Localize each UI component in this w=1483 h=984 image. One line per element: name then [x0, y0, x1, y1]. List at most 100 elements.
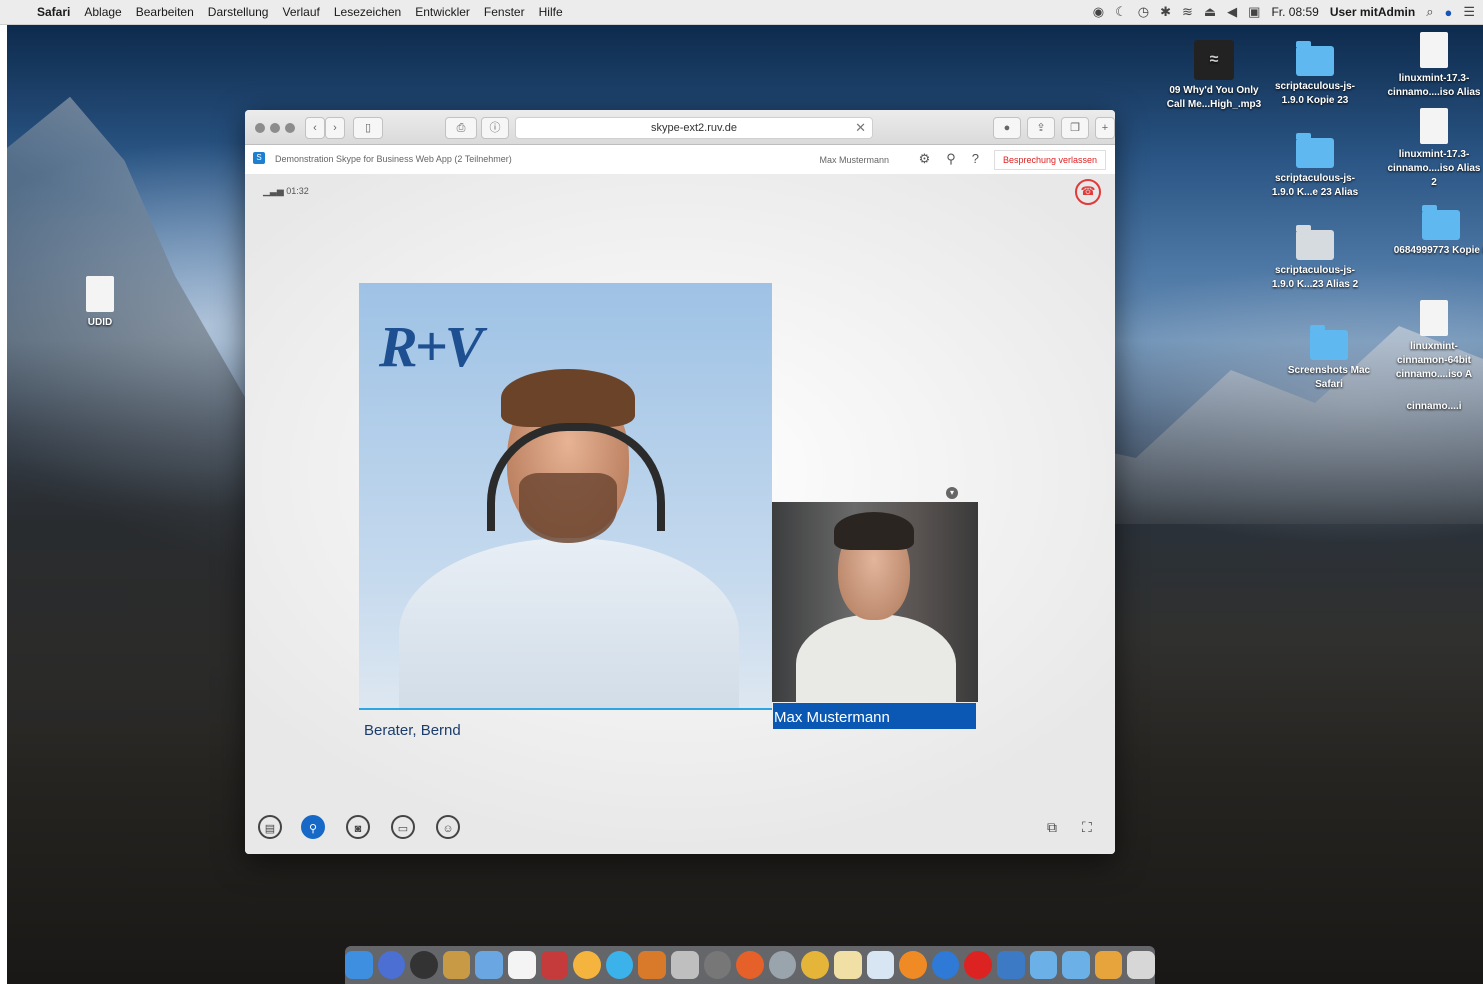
desktop-file-linuxmint-1[interactable]: linuxmint-17.3-cinnamo....iso Alias [1385, 32, 1483, 100]
launchpad-icon[interactable] [410, 951, 438, 979]
audio-file-icon: ≈ [1194, 40, 1234, 80]
desktop-file-linuxmint-2[interactable]: linuxmint-17.3-cinnamo....iso Alias 2 [1385, 108, 1483, 190]
video-person-body [399, 538, 739, 708]
firefox-icon[interactable] [736, 951, 764, 979]
forward-button[interactable]: › [325, 117, 345, 139]
imovie-icon[interactable] [671, 951, 699, 979]
menu-bearbeiten[interactable]: Bearbeiten [136, 5, 194, 19]
menu-clock[interactable]: Fr. 08:59 [1271, 5, 1318, 19]
meeting-user-name[interactable]: Max Mustermann [819, 155, 889, 165]
zoom-window-button[interactable] [285, 123, 295, 133]
minimize-window-button[interactable] [270, 123, 280, 133]
browser-toolbar: ‹ › ▯ ⎙ ⓘ skype-ext2.ruv.de ✕ ● ⇪ ❐ + [245, 110, 1115, 145]
calendar-icon[interactable] [508, 951, 536, 979]
menu-hilfe[interactable]: Hilfe [539, 5, 563, 19]
leave-meeting-button[interactable]: Besprechung verlassen [993, 150, 1106, 170]
chrome-icon[interactable] [801, 951, 829, 979]
notification-center-icon[interactable]: ☰ [1463, 4, 1475, 20]
contacts-icon[interactable] [442, 951, 471, 979]
system-preferences-icon[interactable] [703, 951, 732, 979]
menu-user[interactable]: User mitAdmin [1330, 5, 1415, 19]
wifi-icon[interactable]: ≋ [1182, 4, 1193, 20]
help-icon[interactable]: ? [972, 151, 979, 167]
bluetooth-icon[interactable]: ✱ [1160, 4, 1171, 20]
volume-icon[interactable]: ◀ [1227, 4, 1237, 20]
full-screen-icon[interactable]: ⛶ [1082, 819, 1092, 836]
self-video-hair [834, 512, 914, 550]
eject-icon[interactable]: ⏏ [1204, 4, 1216, 20]
desktop-label: scriptaculous-js-1.9.0 Kopie 23 [1274, 81, 1356, 106]
desktop-folder-4[interactable]: 0684999773 Kopie 8 [1392, 205, 1483, 258]
self-participant-name: Max Mustermann [773, 703, 976, 729]
spotlight-icon[interactable]: ⌕ [1426, 4, 1433, 20]
desktop-folder-5[interactable]: Screenshots Mac Safari [1280, 325, 1378, 392]
messages-icon[interactable] [605, 951, 634, 979]
siri-menu-icon[interactable]: ● [1444, 5, 1452, 20]
chat-button[interactable]: ▤ [258, 815, 282, 839]
folder-icon [1296, 225, 1334, 260]
signal-strength-icon: ▁▃▅ [263, 186, 284, 196]
info-icon[interactable]: ⓘ [481, 117, 509, 139]
stop-loading-icon[interactable]: ✕ [855, 118, 866, 138]
participants-button[interactable]: ☺ [436, 815, 460, 839]
back-button[interactable]: ‹ [305, 117, 325, 139]
video-camera-button[interactable]: ◙ [346, 815, 370, 839]
pin-video-icon[interactable]: ▾ [946, 487, 958, 499]
xcode-icon[interactable] [996, 951, 1025, 979]
desktop-folder-1[interactable]: scriptaculous-js-1.9.0 Kopie 23 [1266, 41, 1364, 108]
settings-gear-icon[interactable]: ⚙ [919, 151, 931, 167]
menu-entwickler[interactable]: Entwickler [415, 5, 470, 19]
preview-icon[interactable] [475, 951, 504, 979]
moon-icon[interactable]: ☾ [1115, 4, 1127, 20]
downloads-icon[interactable]: ● [993, 117, 1021, 139]
menu-darstellung[interactable]: Darstellung [208, 5, 269, 19]
close-window-button[interactable] [255, 123, 265, 133]
finder-icon[interactable] [345, 951, 373, 979]
desktop-label: cinnamo....i [1406, 401, 1462, 412]
hang-up-icon[interactable]: ☎ [1075, 179, 1101, 205]
display-icon[interactable]: ▣ [1248, 4, 1260, 20]
time-machine-icon[interactable]: ◷ [1138, 4, 1149, 20]
desktop-file-linuxmint-3[interactable]: linuxmint-cinnamon-64bit cinnamo....iso … [1385, 300, 1483, 382]
desktop-folder-3[interactable]: scriptaculous-js-1.9.0 K...23 Alias 2 [1266, 225, 1364, 292]
desktop-label: linuxmint-17.3-cinnamo....iso Alias 2 [1387, 149, 1481, 188]
tabs-overview-icon[interactable]: ❐ [1061, 117, 1089, 139]
desktop-label: scriptaculous-js-1.9.0 K...e 23 Alias [1271, 173, 1359, 198]
share-icon[interactable]: ⇪ [1027, 117, 1055, 139]
applications-folder-icon[interactable] [1029, 951, 1058, 979]
desktop-file-udid[interactable]: UDID [51, 276, 149, 330]
desktop-file-linuxmint-4[interactable]: cinnamo....i [1385, 400, 1483, 414]
documents-folder-icon[interactable] [1062, 951, 1090, 979]
photo-booth-icon[interactable] [540, 951, 569, 979]
present-screen-button[interactable]: ▭ [391, 815, 415, 839]
desktop-folder-2[interactable]: scriptaculous-js-1.9.0 K...e 23 Alias [1266, 133, 1364, 200]
menu-ablage[interactable]: Ablage [84, 5, 121, 19]
desktop-file-audio[interactable]: ≈ 09 Why'd You Only Call Me...High_.mp3 [1165, 40, 1263, 112]
print-icon[interactable]: ⎙ [445, 117, 477, 139]
maps-icon[interactable] [866, 951, 895, 979]
opera-icon[interactable] [964, 951, 992, 979]
microphone-status-icon[interactable]: ⚲ [946, 151, 956, 167]
menu-fenster[interactable]: Fenster [484, 5, 525, 19]
menu-app-name[interactable]: Safari [37, 5, 70, 19]
tor-browser-icon[interactable] [768, 951, 797, 979]
ibooks-icon[interactable] [899, 951, 927, 979]
video-stage: ▁▃▅ 01:32 ☎ R+V Berater, Bernd ▾ Max Mus… [245, 174, 1115, 854]
file-icon [1420, 300, 1448, 336]
siri-icon[interactable] [377, 951, 406, 979]
notes-icon[interactable] [833, 951, 862, 979]
downloads-stack-icon[interactable] [1094, 951, 1123, 979]
layout-options-icon[interactable]: ⧉ [1047, 819, 1057, 836]
sidebar-icon[interactable]: ▯ [353, 117, 383, 139]
address-bar[interactable]: skype-ext2.ruv.de ✕ [515, 117, 873, 139]
trash-icon[interactable] [1127, 951, 1155, 979]
safari-icon[interactable] [931, 951, 960, 979]
menu-verlauf[interactable]: Verlauf [282, 5, 319, 19]
photos-icon[interactable] [573, 951, 601, 979]
desktop-label: scriptaculous-js-1.9.0 K...23 Alias 2 [1271, 265, 1359, 290]
new-tab-button[interactable]: + [1095, 117, 1115, 139]
garageband-icon[interactable] [638, 951, 667, 979]
mute-microphone-button[interactable]: ⚲ [301, 815, 325, 839]
siri-icon[interactable]: ◉ [1093, 4, 1104, 20]
menu-lesezeichen[interactable]: Lesezeichen [334, 5, 401, 19]
